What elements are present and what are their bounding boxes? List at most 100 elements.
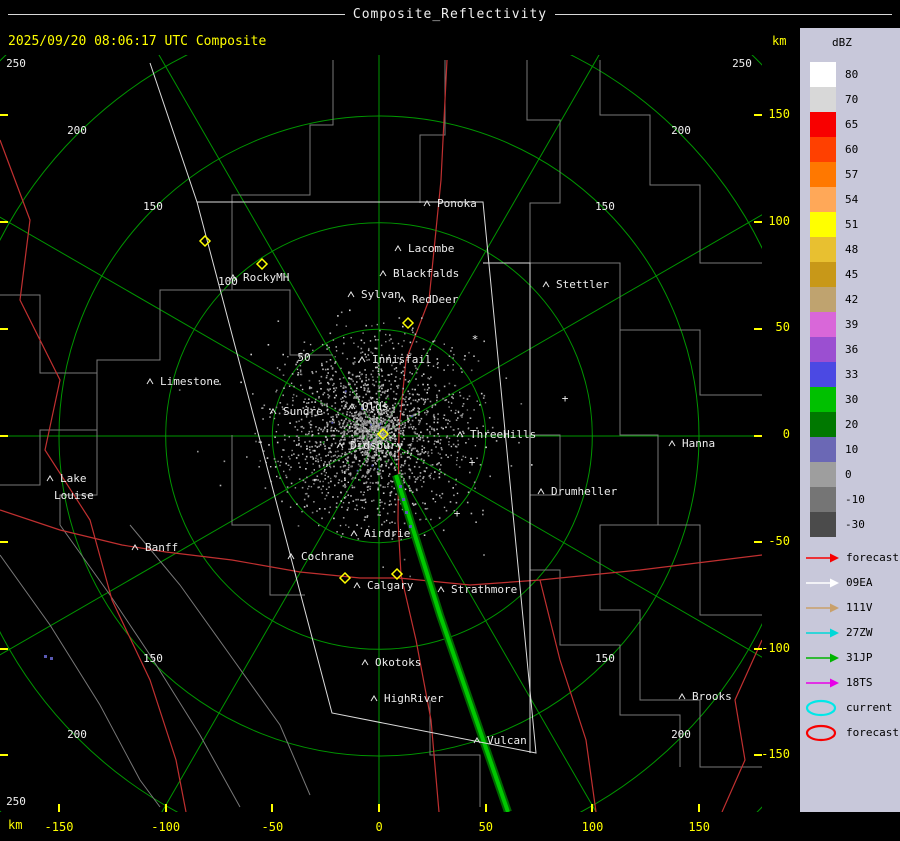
clutter-echo — [401, 345, 403, 348]
clutter-echo — [479, 404, 481, 406]
clutter-echo — [394, 402, 397, 405]
clutter-echo — [453, 429, 455, 431]
clutter-echo — [345, 468, 348, 471]
clutter-echo — [283, 434, 286, 437]
clutter-echo — [349, 411, 351, 414]
clutter-echo — [415, 512, 417, 515]
clutter-echo — [368, 390, 371, 393]
clutter-echo — [457, 428, 460, 430]
clutter-echo — [357, 538, 360, 540]
clutter-echo — [447, 456, 449, 458]
clutter-echo — [328, 346, 330, 349]
clutter-echo — [305, 433, 307, 436]
clutter-echo — [431, 406, 433, 409]
clutter-echo — [373, 457, 375, 459]
clutter-echo — [431, 464, 434, 466]
clutter-echo — [295, 444, 298, 446]
clutter-echo — [388, 452, 391, 454]
clutter-echo — [401, 435, 403, 438]
clutter-echo — [401, 422, 404, 424]
colorbar-value-label: 57 — [845, 168, 859, 181]
clutter-echo — [333, 391, 335, 393]
clutter-echo — [389, 522, 391, 524]
clutter-echo — [377, 368, 380, 370]
colorbar-value-label: 30 — [845, 393, 859, 406]
clutter-echo — [326, 429, 329, 431]
clutter-echo — [320, 488, 323, 491]
clutter-echo — [362, 431, 365, 434]
clutter-echo — [366, 359, 368, 361]
clutter-echo — [393, 467, 396, 470]
clutter-echo — [288, 468, 291, 471]
clutter-echo — [296, 368, 299, 371]
clutter-echo — [322, 419, 324, 421]
clutter-echo — [427, 452, 429, 455]
clutter-echo — [323, 392, 326, 394]
clutter-echo — [395, 367, 398, 369]
clutter-echo — [328, 451, 330, 454]
clutter-echo — [340, 367, 342, 369]
colorbar-value-label: 70 — [845, 93, 859, 106]
clutter-echo — [378, 381, 381, 383]
legend-arrow-icon — [806, 553, 839, 562]
right-axis-tick-label: 150 — [768, 107, 790, 121]
clutter-echo — [318, 524, 320, 527]
clutter-echo — [419, 475, 421, 477]
clutter-echo — [389, 436, 392, 439]
clutter-echo — [365, 379, 368, 382]
clutter-echo — [308, 430, 311, 433]
clutter-echo — [408, 477, 411, 480]
clutter-echo — [444, 473, 446, 476]
clutter-echo — [429, 400, 432, 403]
clutter-echo — [293, 385, 295, 388]
clutter-echo — [300, 445, 302, 448]
clutter-echo — [338, 459, 340, 462]
clutter-echo — [416, 368, 419, 371]
clutter-echo — [352, 391, 354, 394]
clutter-echo — [414, 428, 417, 430]
clutter-echo — [409, 457, 412, 460]
clutter-echo — [318, 508, 321, 510]
clutter-echo — [407, 421, 410, 423]
clutter-echo — [326, 465, 328, 467]
clutter-echo — [317, 429, 319, 431]
clutter-echo — [337, 482, 340, 484]
clutter-echo — [409, 469, 412, 472]
clutter-echo — [371, 383, 374, 386]
legend-arrow-head — [830, 603, 839, 612]
clutter-echo — [422, 476, 425, 478]
clutter-echo — [366, 435, 369, 438]
clutter-echo — [382, 566, 384, 568]
clutter-echo — [340, 382, 342, 385]
clutter-echo — [343, 432, 346, 435]
clutter-echo — [354, 422, 357, 424]
right-axis-tick-label: 50 — [775, 320, 790, 335]
clutter-echo — [417, 450, 419, 453]
clutter-echo — [370, 423, 372, 426]
clutter-echo — [431, 490, 433, 493]
clutter-echo — [373, 413, 376, 416]
colorbar-row: -30 — [810, 512, 865, 537]
clutter-echo — [394, 417, 396, 419]
clutter-echo — [366, 457, 369, 460]
clutter-echo — [448, 355, 451, 357]
clutter-echo — [375, 425, 378, 428]
clutter-echo — [362, 494, 365, 496]
clutter-echo — [415, 417, 417, 419]
clutter-echo — [330, 480, 332, 483]
colorbar-value-label: 10 — [845, 443, 859, 456]
clutter-echo — [459, 391, 461, 394]
timestamp-label: 2025/09/20 08:06:17 UTC Composite — [8, 34, 267, 49]
clutter-echo — [452, 357, 454, 359]
clutter-echo — [329, 378, 332, 381]
right-axis-tick-label: 100 — [768, 213, 790, 228]
clutter-echo — [292, 393, 295, 396]
clutter-echo — [302, 479, 305, 482]
clutter-echo — [254, 432, 256, 435]
legend-arrow-head — [830, 553, 839, 562]
clutter-echo — [403, 404, 406, 406]
clutter-echo — [338, 420, 340, 423]
clutter-echo — [419, 472, 422, 474]
clutter-echo — [379, 499, 381, 501]
clutter-echo — [411, 502, 414, 505]
